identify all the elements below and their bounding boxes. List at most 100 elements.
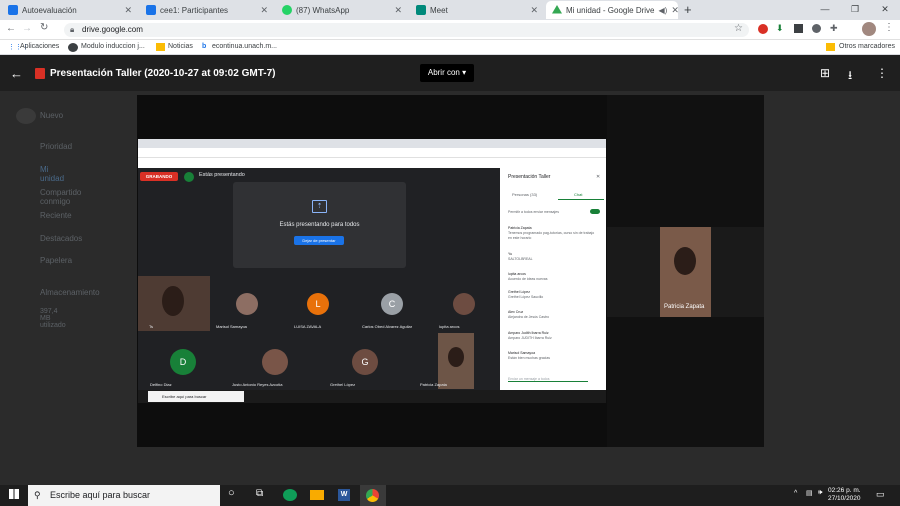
recorded-address-bar [138, 148, 606, 158]
windows-start-icon[interactable] [9, 489, 19, 499]
task-view-icon[interactable]: ○ [228, 487, 235, 499]
new-tab-icon[interactable]: + [684, 2, 692, 17]
recorded-taskbar: Escribe aquí para buscar [138, 390, 606, 403]
bookmark-econtinua[interactable]: econtinua.unach.m... [212, 43, 277, 50]
nav-destacados[interactable]: Destacados [40, 234, 82, 243]
tab-chat[interactable]: Chat [574, 192, 582, 197]
chat-message: Grethel López Grethel López Saucillo [508, 290, 544, 299]
download-icon[interactable]: ⭳ [848, 66, 852, 87]
presenting-label: Estás presentando [199, 172, 245, 178]
participant-name: lupita arcos [439, 324, 460, 329]
nav-prioridad[interactable]: Prioridad [40, 142, 72, 151]
download-extension-icon[interactable]: ⬇ [776, 23, 784, 34]
storage-text: 397,4 MB utilizado [40, 308, 66, 329]
tab-whatsapp[interactable]: (87) WhatsApp ✕ [276, 1, 408, 19]
presenter-avatar [184, 172, 194, 182]
tab-people[interactable]: Personas (33) [512, 192, 537, 197]
back-arrow-icon[interactable]: ← [10, 66, 23, 81]
close-icon[interactable]: ✕ [394, 5, 402, 16]
participant-name: Grethel López [330, 382, 356, 387]
network-icon[interactable]: ▤ [806, 489, 813, 497]
extension-icon[interactable] [794, 24, 803, 33]
participant-name: Patricia Zapata [420, 382, 447, 387]
window-controls: — ❐ ✕ [810, 0, 900, 20]
whatsapp-icon [282, 5, 292, 15]
tab-autoevaluacion[interactable]: Autoevaluación ✕ [2, 1, 138, 19]
nav-reciente[interactable]: Reciente [40, 211, 72, 220]
folder-icon [156, 43, 165, 51]
person-video [162, 286, 184, 316]
new-button[interactable] [16, 108, 36, 124]
menu-icon[interactable]: ⋮ [884, 22, 894, 33]
nav-mi-unidad[interactable]: Mi unidad [40, 165, 64, 183]
notifications-icon[interactable]: ▭ [876, 489, 885, 500]
recorded-bookmarks [138, 158, 606, 167]
back-icon[interactable]: ← [6, 23, 16, 34]
bookmark-otros[interactable]: Otros marcadores [839, 43, 895, 50]
close-icon[interactable]: ✕ [260, 5, 268, 16]
recorded-tab-strip [138, 139, 606, 148]
taskbar-search-placeholder: Escribe aquí para buscar [50, 490, 151, 500]
nav-compartido[interactable]: Compartido conmigo [40, 188, 81, 206]
forward-icon[interactable]: → [22, 23, 32, 34]
url-text: drive.google.com [82, 25, 143, 34]
close-window-icon[interactable]: ✕ [870, 0, 900, 20]
person-video [674, 247, 696, 275]
minimize-icon[interactable]: — [810, 0, 840, 20]
bookmark-modulo[interactable]: Modulo induccion j... [81, 43, 145, 50]
url-input[interactable]: 🔒︎ drive.google.com [64, 23, 749, 37]
more-icon[interactable]: ⋮ [876, 66, 888, 80]
blackboard-icon: b [202, 43, 207, 50]
blackboard-icon [146, 5, 156, 15]
participant-avatar [453, 293, 475, 315]
puzzle-icon[interactable]: ✚ [830, 23, 838, 34]
file-explorer-icon[interactable] [310, 490, 324, 500]
reload-icon[interactable]: ↻ [40, 22, 48, 33]
chat-input[interactable]: Enviar un mensaje a todos [508, 377, 588, 382]
chat-message: Alex Cruz Alejandra de Jesús Castro [508, 310, 550, 319]
folder-icon [826, 43, 835, 51]
avatar[interactable] [862, 22, 876, 36]
bookmark-noticias[interactable]: Noticias [168, 43, 193, 50]
nav-almacenamiento[interactable]: Almacenamiento [40, 288, 100, 297]
participant-avatar [262, 349, 288, 375]
clock-time: 02:26 p. m. [828, 487, 861, 494]
volume-icon[interactable]: 🕪︎ [818, 489, 822, 497]
tab-drive[interactable]: Mi unidad - Google Drive ◀) ✕ [546, 1, 678, 19]
maximize-icon[interactable]: ❐ [840, 0, 870, 20]
tab-meet[interactable]: Meet ✕ [410, 1, 544, 19]
participant-avatar: D [170, 349, 196, 375]
tray-chevron-icon[interactable]: ^ [794, 490, 797, 497]
chat-message: Yu SALTOLBREAL [508, 252, 533, 261]
word-icon[interactable]: W [338, 489, 350, 501]
nav-papelera[interactable]: Papelera [40, 256, 72, 265]
close-icon[interactable]: ✕ [671, 5, 678, 16]
stop-presenting-button[interactable]: Dejar de presentar [294, 236, 344, 245]
chrome-icon [366, 489, 379, 502]
extension-icon[interactable] [812, 24, 821, 33]
close-icon[interactable]: ✕ [124, 5, 132, 16]
chat-toggle[interactable] [590, 209, 600, 214]
extension-icon[interactable] [758, 24, 768, 34]
bookmark-apps[interactable]: Aplicaciones [20, 43, 59, 50]
blackboard-icon [8, 5, 18, 15]
drive-icon [552, 5, 562, 14]
speaker-icon[interactable]: ◀) [658, 6, 667, 15]
taskbar-search[interactable]: ⚲ Escribe aquí para buscar [28, 485, 220, 506]
new-label: Nuevo [40, 111, 64, 120]
chat-title: Presentación Taller [508, 174, 551, 180]
presenting-panel: ⇡ Estás presentando para todos [233, 182, 406, 268]
participant-avatar [236, 293, 258, 315]
add-comment-icon[interactable]: ⊞ [820, 66, 830, 80]
tab-label: cee1: Participantes [160, 5, 229, 15]
participant-tile: Ts [138, 276, 210, 331]
timeline-icon[interactable]: ⧉ [256, 488, 263, 499]
tab-label: Autoevaluación [22, 5, 77, 15]
star-icon[interactable]: ☆ [734, 23, 743, 34]
close-icon[interactable]: ✕ [596, 174, 600, 180]
tab-participantes[interactable]: cee1: Participantes ✕ [140, 1, 274, 19]
edge-icon[interactable] [283, 489, 297, 501]
open-with-button[interactable]: Abrir con ▾ [420, 64, 474, 82]
close-icon[interactable]: ✕ [530, 5, 538, 16]
taskbar-clock[interactable]: 02:26 p. m. 27/10/2020 [828, 487, 861, 503]
